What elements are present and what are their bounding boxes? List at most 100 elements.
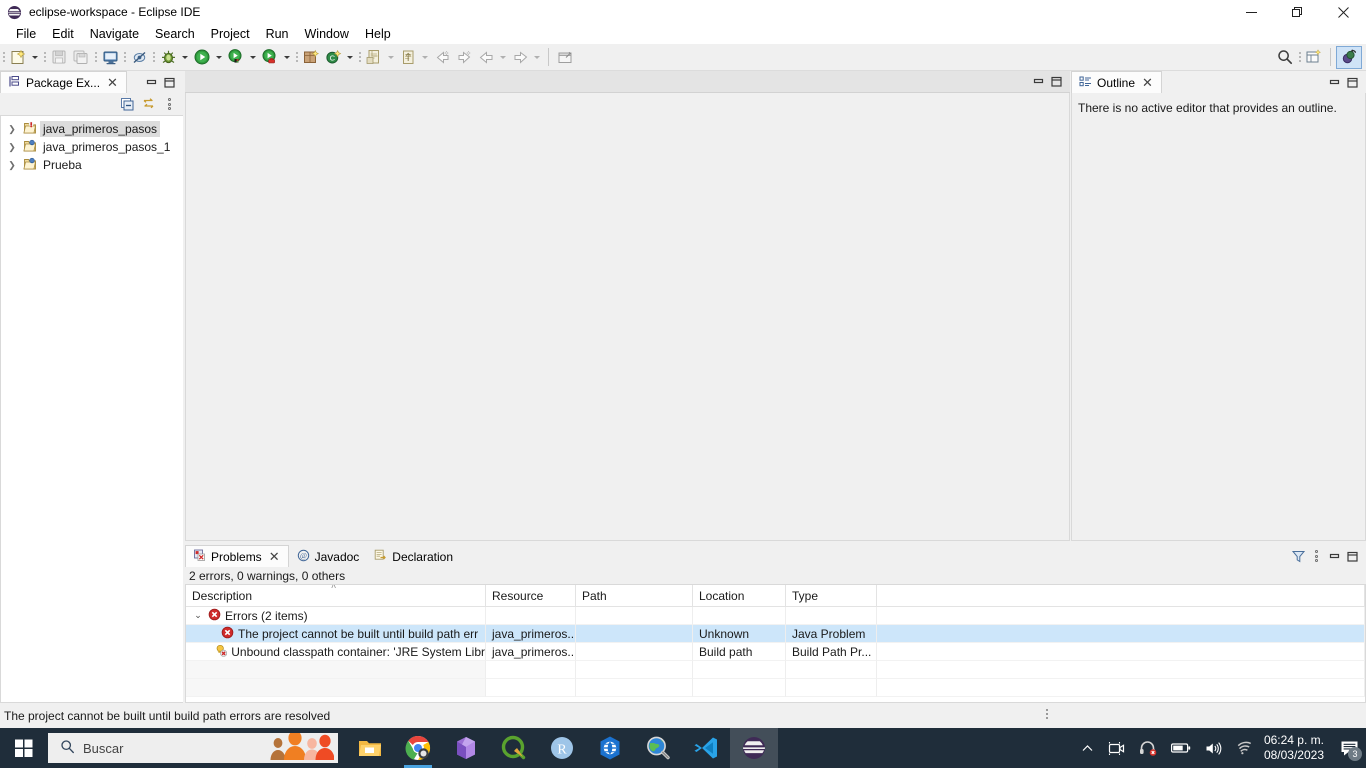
close-icon[interactable]: ✕ bbox=[105, 76, 120, 89]
close-button[interactable] bbox=[1320, 0, 1366, 24]
tree-item-java-primeros-pasos[interactable]: ❯ java_primeros_pasos bbox=[1, 120, 183, 138]
show-hidden-icons-chevron-icon[interactable] bbox=[1074, 728, 1101, 768]
search-input[interactable]: Buscar bbox=[48, 733, 338, 763]
column-header-resource[interactable]: Resource bbox=[486, 585, 576, 607]
print-icon[interactable] bbox=[99, 46, 121, 69]
menu-project[interactable]: Project bbox=[203, 24, 258, 44]
java-perspective-button[interactable] bbox=[1336, 45, 1362, 69]
tab-package-explorer[interactable]: Package Ex... ✕ bbox=[0, 71, 127, 93]
maximize-icon[interactable] bbox=[1344, 548, 1360, 564]
next-annotation-icon[interactable] bbox=[453, 46, 475, 69]
menu-search[interactable]: Search bbox=[147, 24, 203, 44]
previous-annotation-icon[interactable] bbox=[431, 46, 453, 69]
open-type-dropdown[interactable] bbox=[385, 46, 397, 69]
forward-dropdown[interactable] bbox=[531, 46, 543, 69]
camera-icon[interactable] bbox=[1101, 728, 1132, 768]
table-row[interactable]: The project cannot be built until build … bbox=[186, 625, 1365, 643]
taskbar-eclipse-icon[interactable] bbox=[730, 728, 778, 768]
menu-run[interactable]: Run bbox=[258, 24, 297, 44]
battery-icon[interactable] bbox=[1164, 728, 1198, 768]
problems-table[interactable]: Description ˄ Resource Path Location Typ… bbox=[185, 584, 1366, 703]
cell-description[interactable]: The project cannot be built until build … bbox=[186, 625, 486, 643]
column-header-type[interactable]: Type bbox=[786, 585, 877, 607]
link-with-editor-icon[interactable] bbox=[140, 96, 156, 112]
tab-problems[interactable]: Problems ✕ bbox=[185, 545, 289, 567]
debug-icon[interactable] bbox=[157, 46, 179, 69]
taskbar-qgis-icon[interactable] bbox=[490, 728, 538, 768]
minimize-icon[interactable] bbox=[1326, 74, 1342, 90]
taskbar-microsoft-office-icon[interactable] bbox=[442, 728, 490, 768]
taskbar-rstudio-icon[interactable]: R bbox=[538, 728, 586, 768]
menu-edit[interactable]: Edit bbox=[44, 24, 82, 44]
menu-help[interactable]: Help bbox=[357, 24, 399, 44]
notifications-icon[interactable]: 3 bbox=[1332, 728, 1366, 768]
external-tools-dropdown[interactable] bbox=[281, 46, 293, 69]
volume-icon[interactable] bbox=[1198, 728, 1229, 768]
new-java-package-icon[interactable] bbox=[300, 46, 322, 69]
menu-window[interactable]: Window bbox=[297, 24, 357, 44]
save-all-icon[interactable] bbox=[70, 46, 92, 69]
restore-button[interactable] bbox=[1274, 0, 1320, 24]
view-menu-icon[interactable] bbox=[161, 96, 177, 112]
open-perspective-icon[interactable] bbox=[1303, 46, 1325, 69]
tab-outline[interactable]: Outline ✕ bbox=[1071, 71, 1162, 93]
filters-icon[interactable] bbox=[1290, 548, 1306, 564]
cell-description[interactable]: Unbound classpath container: 'JRE System… bbox=[186, 643, 486, 661]
outline-body[interactable]: There is no active editor that provides … bbox=[1071, 93, 1366, 541]
close-icon[interactable]: ✕ bbox=[1140, 76, 1155, 89]
taskbar-clock[interactable]: 06:24 p. m. 08/03/2023 bbox=[1260, 733, 1332, 763]
table-row[interactable]: Unbound classpath container: 'JRE System… bbox=[186, 643, 1365, 661]
package-explorer-tree[interactable]: ❯ java_primeros_pasos ❯ java_primeros_pa… bbox=[0, 115, 183, 703]
tab-javadoc[interactable]: @ Javadoc bbox=[289, 545, 367, 567]
wifi-icon[interactable] bbox=[1229, 728, 1260, 768]
headset-muted-icon[interactable] bbox=[1132, 728, 1164, 768]
resize-grip[interactable] bbox=[1046, 709, 1048, 719]
new-wizard-dropdown[interactable] bbox=[29, 46, 41, 69]
save-icon[interactable] bbox=[48, 46, 70, 69]
chevron-right-icon[interactable]: ❯ bbox=[6, 157, 18, 173]
open-type-icon[interactable] bbox=[363, 46, 385, 69]
taskbar-google-chrome-icon[interactable] bbox=[394, 728, 442, 768]
minimize-icon[interactable] bbox=[1326, 548, 1342, 564]
new-wizard-icon[interactable] bbox=[7, 46, 29, 69]
run-coverage-dropdown[interactable] bbox=[247, 46, 259, 69]
maximize-icon[interactable] bbox=[161, 74, 177, 90]
collapse-all-icon[interactable] bbox=[119, 96, 135, 112]
minimize-icon[interactable] bbox=[1030, 74, 1046, 90]
tree-item-prueba[interactable]: ❯ Prueba bbox=[1, 156, 183, 174]
windows-start-icon[interactable] bbox=[0, 728, 48, 768]
chevron-down-icon[interactable]: ⌄ bbox=[192, 610, 204, 621]
tab-declaration[interactable]: Declaration bbox=[366, 545, 460, 567]
menu-navigate[interactable]: Navigate bbox=[82, 24, 147, 44]
minimize-icon[interactable] bbox=[143, 74, 159, 90]
maximize-icon[interactable] bbox=[1344, 74, 1360, 90]
taskbar-file-explorer-icon[interactable] bbox=[346, 728, 394, 768]
taskbar-globe-app-icon[interactable] bbox=[586, 728, 634, 768]
column-header-location[interactable]: Location bbox=[693, 585, 786, 607]
column-header-path[interactable]: Path bbox=[576, 585, 693, 607]
chevron-right-icon[interactable]: ❯ bbox=[6, 139, 18, 155]
back-icon[interactable] bbox=[475, 46, 497, 69]
column-header-description[interactable]: Description ˄ bbox=[186, 585, 486, 607]
debug-dropdown[interactable] bbox=[179, 46, 191, 69]
maximize-icon[interactable] bbox=[1048, 74, 1064, 90]
close-icon[interactable]: ✕ bbox=[267, 550, 282, 563]
forward-icon[interactable] bbox=[509, 46, 531, 69]
view-menu-icon[interactable] bbox=[1308, 548, 1324, 564]
external-tools-icon[interactable] bbox=[259, 46, 281, 69]
search-icon[interactable] bbox=[1274, 46, 1296, 69]
new-java-class-dropdown[interactable] bbox=[344, 46, 356, 69]
toggle-mark-occurrences-icon[interactable] bbox=[128, 46, 150, 69]
back-dropdown[interactable] bbox=[497, 46, 509, 69]
new-java-class-icon[interactable]: C bbox=[322, 46, 344, 69]
table-row[interactable]: ⌄ Errors (2 items) bbox=[186, 607, 1365, 625]
tree-item-java-primeros-pasos-1[interactable]: ❯ java_primeros_pasos_1 bbox=[1, 138, 183, 156]
cell-description[interactable]: ⌄ Errors (2 items) bbox=[186, 607, 486, 625]
taskbar-vscode-icon[interactable] bbox=[682, 728, 730, 768]
menu-file[interactable]: File bbox=[8, 24, 44, 44]
minimize-button[interactable] bbox=[1228, 0, 1274, 24]
open-task-dropdown[interactable] bbox=[419, 46, 431, 69]
pin-editor-icon[interactable] bbox=[554, 46, 576, 69]
editor-empty-area[interactable] bbox=[185, 93, 1070, 541]
run-dropdown[interactable] bbox=[213, 46, 225, 69]
